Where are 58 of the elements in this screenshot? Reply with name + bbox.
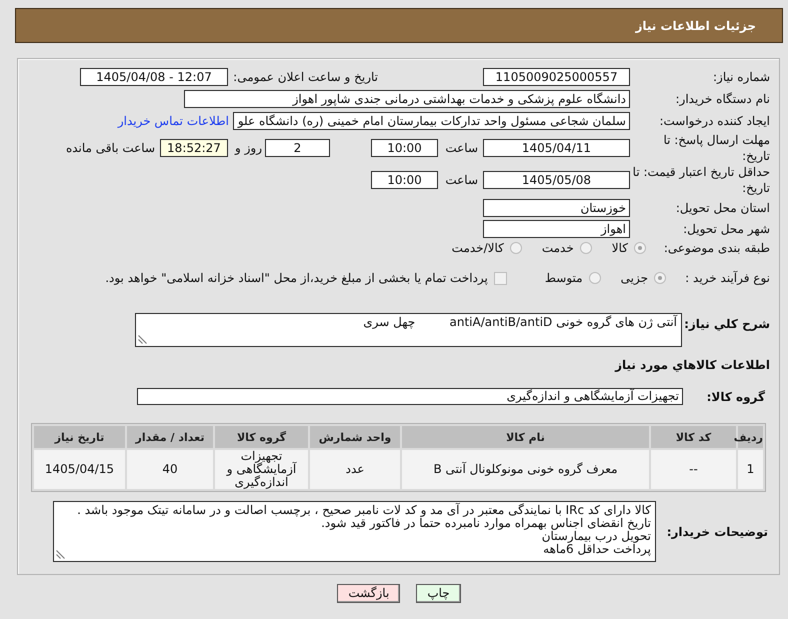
need-number-field[interactable]: 1105009025000557	[483, 68, 630, 86]
column-header: نام کالا	[402, 426, 649, 448]
field-label: استان محل تحویل:	[676, 200, 770, 214]
buyer-org-field[interactable]: دانشگاه علوم پزشکی و خدمات بهداشتی درمانی جندی شاپور اهواز	[184, 90, 630, 108]
buyer-notes-field[interactable]: کالا دارای کد IRc با نمایندگی معتبر در آی مد و کد لات نامبر صحیح ، برچسب اصالت و در سامانه تیتک موجود باشد . تاریخ انقضای اجناس بهمراه موارد نامبرده حتما در فاکتور قید شود. تحویل درب بیمارستان پرداخت حداقل 6ماهه	[53, 501, 656, 562]
table-cell: --	[651, 450, 736, 489]
remaining-time-field[interactable]: 18:52:27	[160, 138, 228, 156]
province-field[interactable]: خوزستان	[483, 198, 630, 216]
days-field[interactable]: 2	[265, 138, 330, 156]
field-label: مهلت ارسال پاسخ: تا تاریخ:	[663, 132, 770, 162]
announce-date-field[interactable]: 1405/04/08 - 12:07	[80, 68, 228, 86]
field-label: توضیحات خریدار:	[666, 524, 768, 538]
validity-date-field[interactable]: 1405/05/08	[483, 171, 630, 189]
deadline-time-field[interactable]: 10:00	[371, 138, 438, 156]
field-label: گروه کالا:	[706, 390, 765, 404]
field-label: شهر محل تحویل:	[683, 222, 770, 236]
description-field[interactable]: آنتی ژن های گروه خونی antiA/antiB/antiD چهل سری	[135, 313, 682, 347]
table-cell: 1	[738, 450, 763, 489]
resize-grip-icon[interactable]	[138, 335, 147, 344]
field-label: حداقل تاریخ اعتبار قیمت: تا تاریخ:	[632, 165, 770, 195]
option-label: کالا	[612, 241, 628, 255]
time-label: ساعت	[445, 173, 478, 187]
option-label: کالا/خدمت	[452, 241, 504, 255]
back-button[interactable]: بازگشت	[337, 584, 400, 603]
column-header: تاریخ نیاز	[34, 426, 125, 448]
section-heading: اطلاعات کالاهاي مورد نیاز	[615, 358, 770, 372]
table-cell: تجهیزات آزمایشگاهی و اندازه‌گیری	[215, 450, 308, 489]
resize-grip-icon[interactable]	[56, 550, 65, 559]
time-label: ساعت	[445, 140, 478, 154]
field-label: نام دستگاه خریدار:	[676, 92, 770, 106]
option-label: جزیی	[620, 271, 648, 285]
option-label: خدمت	[542, 241, 574, 255]
validity-time-field[interactable]: 10:00	[371, 171, 438, 189]
column-header: واحد شمارش	[310, 426, 400, 448]
requester-field[interactable]: سلمان شجاعی مسئول واحد تدارکات بیمارستان امام خمینی (ره) دانشگاه علو	[233, 112, 630, 130]
field-label: شماره نیاز:	[713, 70, 770, 84]
column-header: گروه کالا	[215, 426, 308, 448]
field-label: ایجاد کننده درخواست:	[659, 114, 770, 128]
deadline-date-field[interactable]: 1405/04/11	[483, 138, 630, 156]
city-field[interactable]: اهواز	[483, 220, 630, 238]
days-label: روز و	[235, 140, 262, 154]
remaining-time-label: ساعت باقی مانده	[66, 140, 155, 154]
option-label: متوسط	[544, 271, 583, 285]
goods-group-field[interactable]: تجهیزات آزمایشگاهی و اندازه‌گیری	[137, 388, 683, 405]
table-cell: معرف گروه خونی مونوکلونال آنتی B	[402, 450, 649, 489]
table-cell: عدد	[310, 450, 400, 489]
table-cell: 1405/04/15	[34, 450, 125, 489]
column-header: کد کالا	[651, 426, 736, 448]
page-title: جزئیات اطلاعات نیاز	[635, 18, 756, 32]
column-header: تعداد / مقدار	[127, 426, 213, 448]
print-button[interactable]: چاپ	[416, 584, 461, 603]
table-cell: 40	[127, 450, 213, 489]
contact-info-link[interactable]: اطلاعات تماس خریدار	[118, 114, 229, 128]
field-label: شرح کلي نیاز:	[684, 317, 770, 331]
field-label: تاریخ و ساعت اعلان عمومی:	[233, 70, 378, 84]
field-label: طبقه بندی موضوعی:	[664, 241, 770, 255]
checkbox-label: پرداخت تمام یا بخشی از مبلغ خرید،از محل "اسناد خزانه اسلامی" خواهد بود.	[105, 271, 488, 285]
field-label: نوع فرآیند خرید :	[685, 271, 770, 285]
